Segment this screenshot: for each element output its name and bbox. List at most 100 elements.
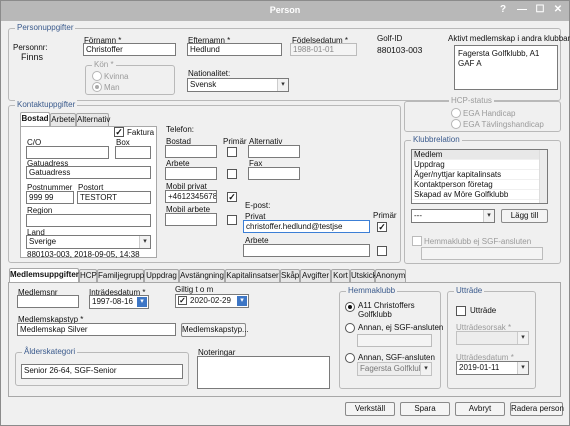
tab-familjegrupp[interactable]: Familjegrupp	[97, 269, 144, 282]
giltig-checkbox[interactable]: ✓	[178, 296, 187, 305]
member-tabs: Medlemsuppgifter HCP Familjegrupp Uppdra…	[9, 268, 409, 282]
hemmaklubb-ej-sgf-radio[interactable]	[345, 323, 355, 333]
uttradesdatum-picker[interactable]: 2019-01-11 ▾	[456, 361, 529, 375]
bostad-primar-checkbox[interactable]	[227, 147, 237, 157]
bostad-phone-input[interactable]	[165, 145, 217, 158]
faktura-checkbox[interactable]: ✓	[114, 127, 124, 137]
aktivt-label: Aktivt medlemskap i andra klubbar:	[448, 34, 570, 43]
noteringar-textarea[interactable]	[197, 356, 330, 389]
fodelsedatum-input[interactable]: 1988-01-01	[290, 43, 357, 56]
arbete-phone-input[interactable]	[165, 167, 217, 180]
arbete-primar-checkbox[interactable]	[227, 169, 237, 179]
postnummer-input[interactable]: 999 99	[26, 191, 74, 204]
klubbrelation-select[interactable]: --- ▾	[411, 209, 495, 223]
maximize-button[interactable]: ☐	[533, 4, 547, 15]
telefon-label: Telefon:	[166, 125, 195, 134]
klubbrelation-list[interactable]: Medlem Uppdrag Äger/nyttjar kapitalinsat…	[411, 149, 548, 204]
arbete-email-primar-checkbox[interactable]	[377, 246, 387, 256]
tab-avgifter[interactable]: Avgifter	[300, 269, 331, 282]
chevron-down-icon: ▾	[517, 362, 528, 374]
mobil-arbete-primar-checkbox[interactable]	[227, 215, 237, 225]
land-select[interactable]: Sverige ▾	[26, 235, 151, 249]
personuppgifter-legend: Personuppgifter	[15, 23, 76, 32]
man-label: Man	[104, 83, 120, 92]
privat-email-input[interactable]: christoffer.hedlund@testjse	[243, 220, 370, 233]
fornamn-input[interactable]: Christoffer	[83, 43, 176, 56]
alderskategori-value: Senior 26-64, SGF-Senior	[21, 364, 183, 379]
mobil-privat-input[interactable]: +46123456789	[165, 190, 217, 203]
giltig-label: Giltig t o m	[175, 285, 214, 294]
man-radio[interactable]	[92, 82, 102, 92]
spara-button[interactable]: Spara	[400, 402, 450, 416]
uttrade-check-label: Utträde	[470, 306, 497, 315]
list-item[interactable]: Uppdrag	[412, 160, 547, 170]
minimize-button[interactable]: —	[515, 4, 529, 15]
medlemskapstyp-button[interactable]: Medlemskapstyp...	[181, 323, 249, 337]
golfid-value: 880103-003	[377, 45, 423, 55]
hcp-status-legend: HCP-status	[449, 96, 494, 105]
chevron-down-icon: ▾	[420, 363, 431, 375]
nationalitet-select[interactable]: Svensk ▾	[187, 78, 289, 92]
fax-input[interactable]	[248, 167, 300, 180]
hemmaklubb-ej-sgf-checkbox[interactable]	[412, 236, 422, 246]
hemmaklubb-ej-sgf-text[interactable]	[357, 334, 432, 347]
hemmaklubb-ej-sgf-input[interactable]	[421, 247, 543, 260]
medlemsnr-input[interactable]	[17, 295, 79, 308]
medlemskapstyp-input[interactable]: Medlemskap Silver	[17, 323, 176, 336]
arbete-email-input[interactable]	[243, 244, 370, 257]
title-bar: Person ? — ☐ ✕	[1, 1, 569, 21]
hemmaklubb-sgf-select[interactable]: Fagersta Golfklubb ▾	[357, 362, 432, 376]
tab-kort[interactable]: Kort	[331, 269, 350, 282]
efternamn-input[interactable]: Hedlund	[187, 43, 282, 56]
postort-input[interactable]: TESTORT	[77, 191, 151, 204]
close-button[interactable]: ✕	[551, 4, 565, 15]
region-input[interactable]	[26, 214, 151, 227]
tab-medlemsuppgifter[interactable]: Medlemsuppgifter	[9, 268, 79, 282]
chevron-down-icon: ▾	[139, 236, 150, 248]
mobil-primar-checkbox[interactable]: ✓	[227, 192, 237, 202]
tab-utskick[interactable]: Utskick	[350, 269, 377, 282]
uttrade-checkbox[interactable]	[456, 306, 466, 316]
aktivt-medlemskap-box: Fagersta Golfklubb, A1 GAF A	[454, 45, 558, 90]
mobil-arbete-input[interactable]	[165, 213, 217, 226]
list-item[interactable]: Äger/nyttjar kapitalinsats	[412, 170, 547, 180]
address-tabs: Bostad Arbete Alternativ	[20, 112, 160, 126]
list-scrollbar[interactable]	[539, 150, 547, 203]
kontakt-footer: 880103-003, 2018-09-05, 14:38	[27, 250, 140, 259]
uttradesdatum-value: 2019-01-11	[459, 363, 500, 372]
giltig-picker[interactable]: ✓ 2020-02-29 ▾	[175, 294, 249, 308]
tab-uppdrag[interactable]: Uppdrag	[144, 269, 179, 282]
box-input[interactable]	[115, 146, 151, 159]
tab-arbete[interactable]: Arbete	[50, 113, 76, 126]
tab-kapitalinsatser[interactable]: Kapitalinsatser	[225, 269, 280, 282]
tab-alternativ[interactable]: Alternativ	[76, 113, 110, 126]
hemmaklubb-a11-radio[interactable]	[345, 302, 355, 312]
gatuadress-input[interactable]: Gatuadress	[26, 166, 151, 179]
verkstall-button[interactable]: Verkställ	[345, 402, 395, 416]
tab-avstangning[interactable]: Avstängning	[179, 269, 225, 282]
intradesdatum-value: 1997-08-16	[92, 297, 133, 306]
hcp-ega-radio[interactable]	[451, 108, 461, 118]
calendar-dropdown-icon: ▾	[237, 296, 247, 306]
email-primar-checkbox[interactable]: ✓	[377, 222, 387, 232]
list-item[interactable]: Kontaktperson företag	[412, 180, 547, 190]
radera-person-button[interactable]: Radera person	[510, 402, 564, 416]
tab-hcp[interactable]: HCP	[79, 269, 97, 282]
list-item[interactable]: Skapad av Möre Golfklubb	[412, 190, 547, 200]
tab-anonym[interactable]: Anonym	[375, 269, 406, 282]
kvinna-radio[interactable]	[92, 71, 102, 81]
co-input[interactable]	[26, 146, 109, 159]
calendar-dropdown-icon: ▾	[137, 297, 147, 307]
hcp-tavling-radio[interactable]	[451, 119, 461, 129]
lagg-till-button[interactable]: Lägg till	[501, 209, 548, 223]
alternativ-phone-input[interactable]	[248, 145, 300, 158]
intradesdatum-picker[interactable]: 1997-08-16 ▾	[89, 295, 149, 309]
chevron-down-icon: ▾	[517, 332, 528, 344]
uttradesorsak-select[interactable]: ▾	[456, 331, 529, 345]
tab-skap[interactable]: Skåp	[280, 269, 300, 282]
list-item[interactable]: Medlem	[412, 150, 547, 160]
help-button[interactable]: ?	[496, 4, 510, 15]
avbryt-button[interactable]: Avbryt	[455, 402, 505, 416]
tab-bostad[interactable]: Bostad	[20, 112, 50, 126]
hemmaklubb-sgf-radio[interactable]	[345, 353, 355, 363]
